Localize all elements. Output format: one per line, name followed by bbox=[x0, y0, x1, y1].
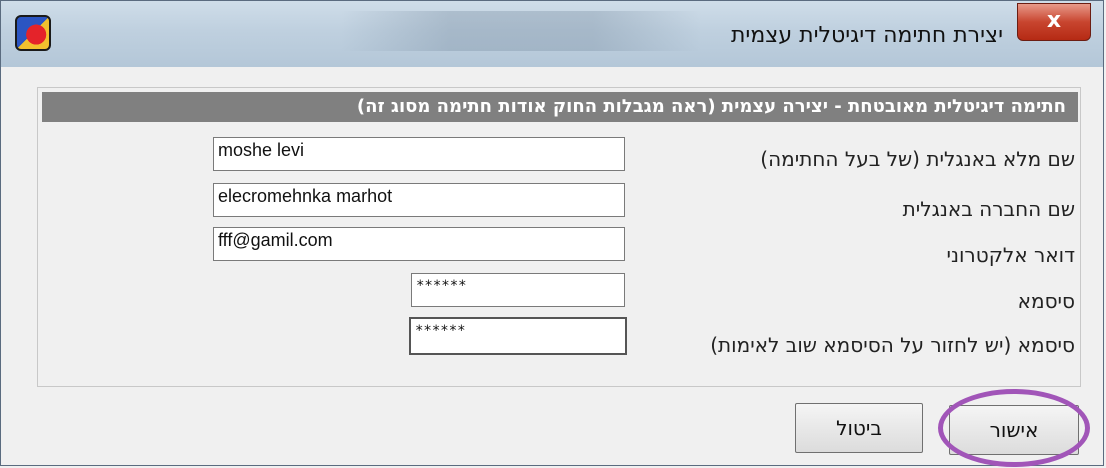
full-name-input[interactable]: moshe levi bbox=[213, 137, 625, 171]
password-confirm-label: סיסמא (יש לחזור על הסיסמא שוב לאימות) bbox=[710, 333, 1075, 357]
password-confirm-input[interactable]: ****** bbox=[409, 317, 627, 355]
window-title: יצירת חתימה דיגיטלית עצמית bbox=[730, 23, 1003, 48]
company-name-input[interactable]: elecromehnka marhot bbox=[213, 183, 625, 217]
dialog-window: יצירת חתימה דיגיטלית עצמית x חתימה דיגיט… bbox=[0, 0, 1104, 467]
email-input[interactable]: fff@gamil.com bbox=[213, 227, 625, 261]
company-name-label: שם החברה באנגלית bbox=[902, 197, 1075, 221]
title-bar[interactable]: יצירת חתימה דיגיטלית עצמית x bbox=[1, 1, 1103, 67]
password-label: סיסמא bbox=[1017, 289, 1075, 313]
full-name-label: שם מלא באנגלית (של בעל החתימה) bbox=[760, 147, 1075, 171]
app-logo-icon bbox=[15, 15, 51, 51]
title-bar-glass bbox=[341, 11, 701, 51]
panel-header: חתימה דיגיטלית מאובטחת - יצירה עצמית (רא… bbox=[42, 92, 1078, 122]
password-input[interactable]: ****** bbox=[411, 273, 625, 307]
email-label: דואר אלקטרוני bbox=[946, 243, 1076, 267]
ok-highlight-ring bbox=[938, 389, 1090, 467]
close-icon[interactable]: x bbox=[1017, 3, 1091, 41]
cancel-button[interactable]: ביטול bbox=[795, 403, 923, 453]
